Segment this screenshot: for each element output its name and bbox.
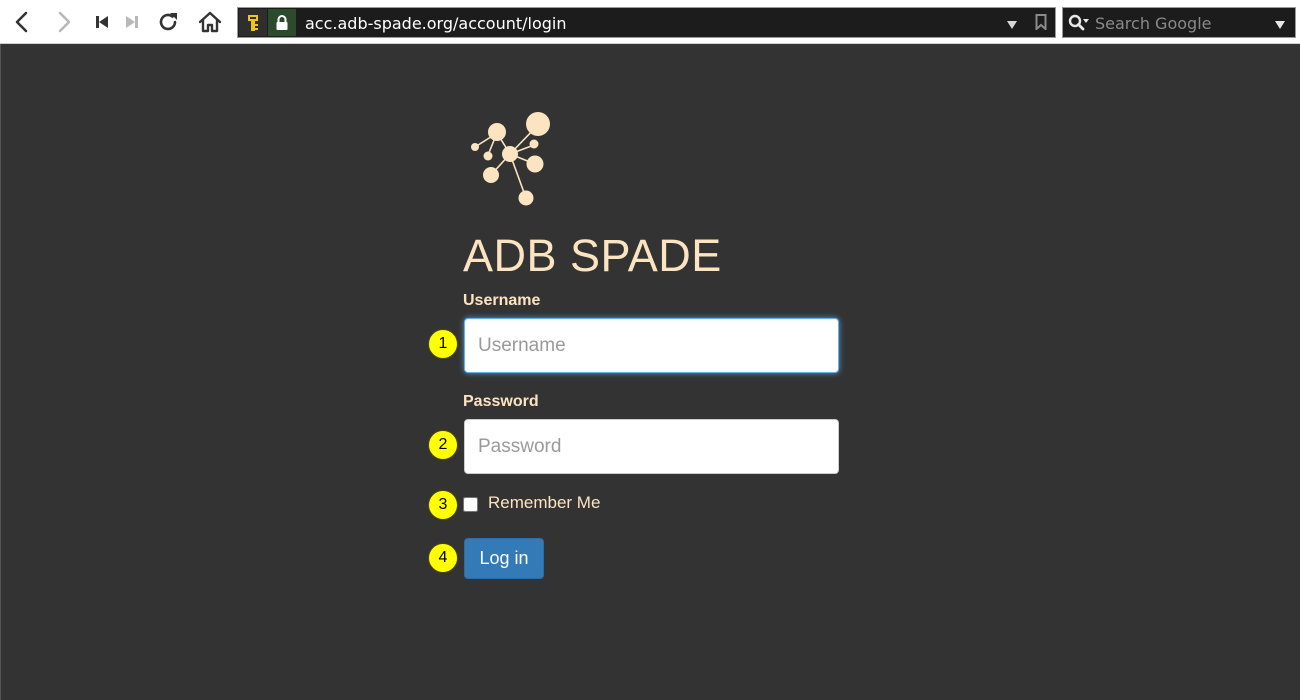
home-icon <box>198 11 222 33</box>
skip-back-icon <box>96 16 108 28</box>
password-input[interactable] <box>464 419 839 474</box>
lock-icon[interactable] <box>268 9 296 36</box>
annotation-callout-2: 2 <box>428 430 458 460</box>
url-text[interactable]: acc.adb-spade.org/account/login <box>305 14 567 33</box>
skip-forward-icon <box>126 16 138 28</box>
search-icon[interactable] <box>1068 14 1090 37</box>
reload-button[interactable] <box>152 6 184 38</box>
annotation-callout-4: 4 <box>428 543 458 573</box>
chevron-left-icon <box>15 11 28 33</box>
chevron-right-icon <box>58 11 71 33</box>
remember-me-label[interactable]: Remember Me <box>488 493 600 513</box>
username-label: Username <box>463 292 541 309</box>
back-button[interactable] <box>6 6 38 38</box>
chevron-down-icon[interactable] <box>1006 17 1018 35</box>
page-title: ADB SPADE <box>463 230 722 281</box>
first-page-button[interactable] <box>86 6 118 38</box>
chevron-down-icon[interactable] <box>1274 17 1286 35</box>
search-placeholder[interactable]: Search Google <box>1095 14 1211 33</box>
home-button[interactable] <box>194 6 226 38</box>
key-icon[interactable] <box>239 9 267 36</box>
username-input[interactable] <box>464 318 839 373</box>
remember-me-checkbox[interactable] <box>463 497 478 512</box>
annotation-callout-1: 1 <box>428 329 458 359</box>
bookmark-icon[interactable] <box>1035 14 1047 35</box>
annotation-callout-3: 3 <box>428 490 458 520</box>
last-page-button[interactable] <box>116 6 148 38</box>
login-button[interactable]: Log in <box>464 538 544 579</box>
molecule-logo-icon <box>466 108 556 215</box>
forward-button[interactable] <box>48 6 80 38</box>
password-label: Password <box>463 393 539 410</box>
browser-toolbar: acc.adb-spade.org/account/login Search G… <box>0 0 1300 44</box>
address-bar[interactable]: acc.adb-spade.org/account/login <box>237 7 1056 38</box>
reload-icon <box>159 13 177 31</box>
page-edge <box>0 44 1 700</box>
search-bar[interactable]: Search Google <box>1062 7 1296 38</box>
